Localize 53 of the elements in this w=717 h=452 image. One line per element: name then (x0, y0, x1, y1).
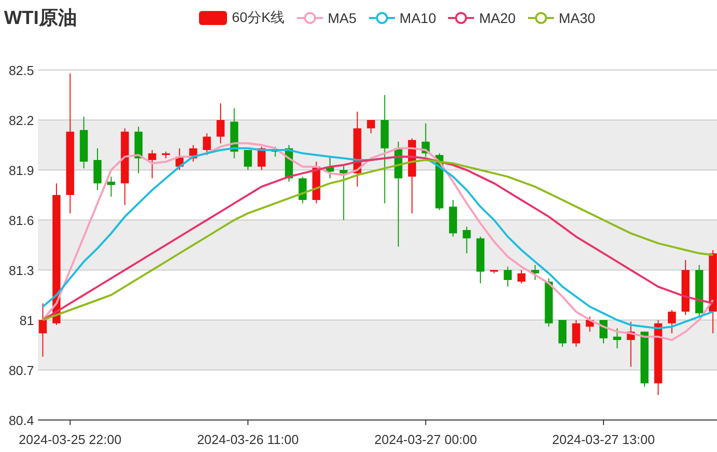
candlestick (640, 331, 649, 388)
candlestick (462, 226, 471, 254)
y-axis-label: 82.5 (8, 63, 34, 78)
candlestick (682, 260, 690, 316)
candlestick (94, 148, 102, 190)
candlestick (326, 156, 334, 179)
candlestick (422, 122, 430, 158)
candlestick (695, 264, 704, 318)
x-axis-label: 2024-03-27 13:00 (552, 432, 655, 447)
x-axis-label: 2024-03-26 11:00 (197, 432, 299, 447)
y-axis-label: 80.7 (8, 363, 34, 378)
y-axis-label: 81.3 (8, 263, 34, 278)
x-axis-label: 2024-03-27 00:00 (374, 432, 478, 447)
candlestick (216, 102, 225, 144)
candlestick (476, 236, 484, 284)
candlestick (668, 310, 676, 334)
legend-label[interactable]: 60分K线 (232, 9, 285, 27)
candlestick (312, 161, 320, 204)
candlestick (107, 176, 116, 198)
candlestick (504, 266, 512, 288)
y-axis-label: 81.6 (8, 213, 34, 228)
y-axis-label: 80.4 (8, 413, 34, 428)
candlestick (586, 316, 594, 332)
candlestick (613, 328, 622, 349)
candlestick (271, 146, 280, 158)
candlestick (531, 264, 540, 280)
candlestick (38, 302, 47, 358)
candlestick (572, 320, 580, 348)
candlestick (148, 150, 156, 179)
candlestick (189, 144, 198, 162)
candlestick (626, 321, 635, 368)
candlestick (517, 270, 526, 284)
candlestick (162, 151, 170, 159)
chart-title: WTI原油 (4, 7, 77, 31)
y-axis-label: 81.9 (8, 163, 34, 178)
candlestick (449, 200, 458, 238)
candlestick (230, 108, 238, 159)
candlestick (134, 126, 143, 174)
candlestick (340, 164, 348, 220)
candlestick (258, 146, 266, 170)
y-axis-label: 82.2 (8, 113, 34, 128)
candlestick (367, 120, 375, 134)
candlestick (544, 278, 553, 328)
candlestick (176, 148, 184, 170)
candlestick (202, 132, 211, 156)
legend-label[interactable]: MA20 (479, 10, 516, 26)
x-axis-label: 2024-03-25 22:00 (18, 432, 122, 447)
legend-label[interactable]: MA5 (328, 10, 357, 26)
candlestick (80, 116, 88, 169)
y-axis-label: 81 (20, 313, 34, 328)
candlestick (298, 176, 307, 204)
legend-label[interactable]: MA10 (400, 10, 436, 26)
legend-label[interactable]: MA30 (558, 10, 596, 26)
